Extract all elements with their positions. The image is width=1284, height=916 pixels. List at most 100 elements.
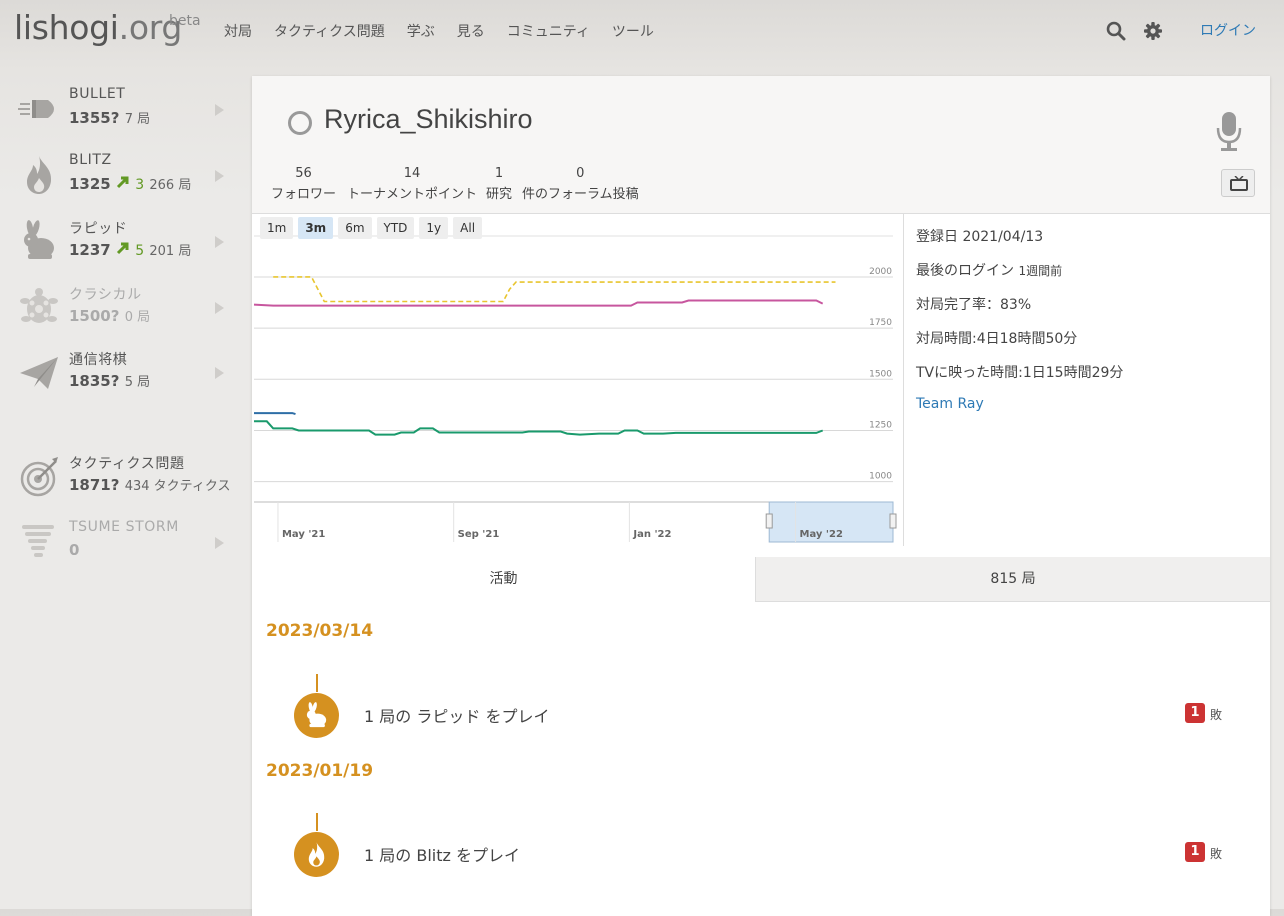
series-line (254, 412, 296, 416)
profile-header: Ryrica_Shikishiro 56 フォロワー 14 トーナメントポイント 1… (252, 76, 1270, 214)
stat-label: フォロワー (271, 187, 337, 202)
perf-rating-line: 0 (69, 541, 79, 559)
tv-time: TVに映った時間:1日15時間29分 (916, 365, 1124, 381)
perf-classical[interactable]: クラシカル 1500? 0 局 (14, 278, 234, 336)
range-1y-button[interactable]: 1y (419, 217, 449, 239)
stat-studies[interactable]: 1 研究 (486, 166, 512, 202)
activity-text[interactable]: 1 局の Blitz をプレイ (364, 842, 520, 866)
login-link[interactable]: ログイン (1200, 20, 1256, 40)
tab-games[interactable]: 815 局 (756, 557, 1270, 601)
perf-tsume-storm[interactable]: TSUME STORM 0 (14, 513, 234, 571)
username: Ryrica_Shikishiro (324, 104, 533, 134)
navigator-handle-left (765, 513, 773, 529)
y-tick-label: 1750 (869, 318, 892, 328)
x-tick-label: Jan '22 (632, 529, 671, 540)
paper-plane-icon (20, 357, 58, 389)
stat-tournament-points[interactable]: 14 トーナメントポイント (347, 166, 477, 202)
perf-count: 7 局 (124, 112, 151, 127)
last-login-label: 最後のログイン (916, 263, 1014, 279)
range-selector: 1m 3m 6m YTD 1y All (260, 217, 487, 239)
timeline-line (316, 674, 318, 692)
series-line (273, 276, 836, 303)
range-3m-button[interactable]: 3m (298, 217, 334, 239)
perf-rating: 1871? (69, 476, 120, 494)
perf-name: BLITZ (69, 152, 112, 168)
stat-num: 0 (576, 166, 585, 181)
perf-rating: 0 (69, 541, 80, 559)
arrow-right-icon (215, 236, 224, 248)
fire-icon (308, 842, 325, 867)
perf-blitz[interactable]: BLITZ 1325 3 266 局 (14, 146, 234, 204)
x-tick-label: May '22 (800, 529, 843, 540)
perf-rating: 1325 (69, 175, 111, 193)
arrow-right-icon (215, 170, 224, 182)
perf-rating: 1835? (69, 372, 120, 390)
perf-correspondence[interactable]: 通信将棋 1835? 5 局 (14, 343, 234, 401)
target-icon (20, 457, 58, 497)
stat-num: 56 (295, 166, 312, 181)
rabbit-icon (24, 220, 54, 259)
y-tick-label: 2000 (869, 267, 892, 277)
arrow-right-icon (215, 302, 224, 314)
nav-tools[interactable]: ツール (612, 21, 654, 41)
tornado-icon (22, 525, 54, 557)
timeline-line (316, 813, 318, 831)
perf-rating-line: 1500? 0 局 (69, 306, 150, 325)
completion-rate: 対局完了率：83% (916, 297, 1032, 313)
series-line (254, 420, 824, 436)
top-nav: 対局 タクティクス問題 学ぶ 見る コミュニティ ツール (224, 21, 676, 41)
perf-rating: 1500? (69, 307, 120, 325)
perf-rating: 1237 (69, 241, 111, 259)
perf-rating: 1355? (69, 109, 120, 127)
arrow-right-icon (215, 367, 224, 379)
y-tick-label: 1250 (869, 420, 892, 430)
logo-beta: beta (169, 13, 201, 29)
perf-count: 5 局 (124, 375, 151, 390)
gear-icon[interactable] (1143, 21, 1163, 41)
tab-activity[interactable]: 活動 (252, 557, 756, 602)
stat-forum-posts[interactable]: 0 件のフォーラム投稿 (522, 166, 639, 202)
nav-puzzles[interactable]: タクティクス問題 (274, 21, 385, 41)
microphone-icon[interactable] (1216, 112, 1242, 152)
range-all-button[interactable]: All (453, 217, 483, 239)
search-icon[interactable] (1106, 21, 1126, 41)
perf-count: 266 局 (149, 178, 192, 193)
site-header: lishogi.org beta 対局 タクティクス問題 学ぶ 見る コミュニテ… (0, 0, 1284, 62)
stat-label: トーナメントポイント (347, 187, 478, 202)
nav-community[interactable]: コミュニティ (507, 21, 590, 41)
perf-rating-line: 1355? 7 局 (69, 108, 150, 127)
tv-icon (1230, 176, 1248, 191)
bullet-icon (18, 100, 54, 118)
arrow-right-icon (215, 104, 224, 116)
loss-count-badge: 1 (1185, 703, 1205, 723)
perf-rapid[interactable]: ラピッド 1237 5 201 局 (14, 212, 234, 270)
site-logo[interactable]: lishogi.org (14, 8, 182, 47)
team-link[interactable]: Team Ray (916, 396, 1123, 415)
perf-progress: 3 (135, 177, 145, 193)
logo-main: lishogi (14, 8, 119, 47)
perf-bullet[interactable]: BULLET 1355? 7 局 (14, 80, 234, 138)
offline-ring-icon (288, 111, 312, 135)
profile-info: 登録日 2021/04/13 最後のログイン 1週間前 対局完了率：83% 対局… (916, 226, 1123, 430)
range-6m-button[interactable]: 6m (338, 217, 372, 239)
perf-count: 0 局 (124, 310, 151, 325)
nav-play[interactable]: 対局 (224, 21, 252, 41)
turtle-icon (20, 288, 58, 323)
perf-puzzles[interactable]: タクティクス問題 1871? 434 タクティクス (14, 447, 234, 505)
nav-learn[interactable]: 学ぶ (407, 21, 435, 41)
tv-button[interactable] (1221, 169, 1255, 197)
profile-tabs: 活動 815 局 (252, 557, 1270, 602)
last-login: 最後のログイン 1週間前 (916, 260, 1123, 279)
profile-box: Ryrica_Shikishiro 56 フォロワー 14 トーナメントポイント 1… (252, 76, 1270, 916)
stat-followers[interactable]: 56 フォロワー (271, 166, 336, 202)
perf-name: タクティクス問題 (69, 456, 185, 472)
nav-watch[interactable]: 見る (457, 21, 485, 41)
activity-text[interactable]: 1 局の ラピッド をプレイ (364, 703, 549, 727)
range-ytd-button[interactable]: YTD (376, 217, 415, 239)
range-1m-button[interactable]: 1m (260, 217, 294, 239)
navigator-handle-right (889, 513, 897, 529)
perf-count: 201 局 (149, 244, 192, 259)
perf-name: TSUME STORM (69, 519, 179, 535)
x-tick-label: Sep '21 (458, 529, 500, 540)
rating-chart[interactable]: 2000 1750 1500 1250 1000 May '21 Sep '21 Jan '2… (252, 214, 903, 546)
